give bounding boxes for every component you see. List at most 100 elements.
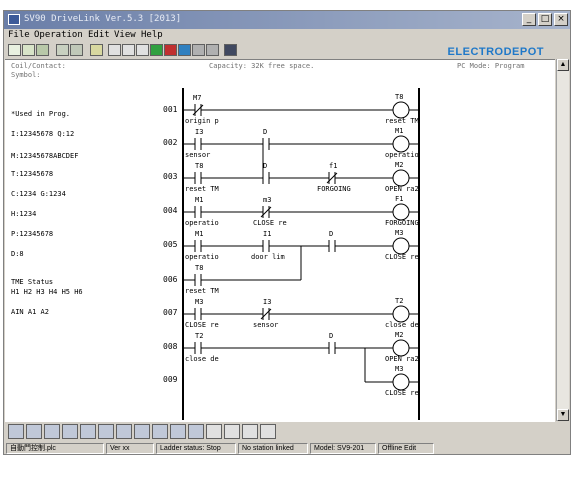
svg-text:close de: close de (185, 355, 219, 363)
new-file-icon[interactable] (8, 44, 21, 56)
svg-text:I3: I3 (263, 298, 271, 306)
svg-text:door lim: door lim (251, 253, 285, 261)
svg-text:FORGOING: FORGOING (385, 219, 419, 227)
no-contact-icon[interactable] (8, 424, 24, 439)
nc-contact-icon[interactable] (26, 424, 42, 439)
save-icon[interactable] (36, 44, 49, 56)
window-title: SV90 DriveLink Ver.5.3 [2013] (24, 14, 182, 24)
open-file-icon[interactable] (22, 44, 35, 56)
coil-icon[interactable] (152, 424, 168, 439)
parallel-nc-icon[interactable] (98, 424, 114, 439)
maximize-button[interactable]: □ (538, 13, 552, 26)
rung-4[interactable]: M1 operatio m3 CLOSE re F1 FORGOING (183, 195, 419, 227)
menu-file[interactable]: File (8, 30, 30, 40)
print-preview-icon[interactable] (70, 44, 83, 56)
coil-label: T8 (395, 93, 403, 101)
svg-text:F1: F1 (395, 195, 403, 203)
svg-text:T2: T2 (395, 297, 403, 305)
svg-text:CLOSE re: CLOSE re (385, 389, 419, 397)
menu-view[interactable]: View (114, 30, 136, 40)
svg-text:sensor: sensor (253, 321, 278, 329)
rung-3[interactable]: T8 reset TM D f1 FORGOING M2 OPEN ra2 (183, 144, 419, 193)
scroll-down-icon[interactable]: ▼ (557, 409, 569, 421)
brand-logo: ELECTRODEPOT (447, 46, 544, 58)
app-window: SV90 DriveLink Ver.5.3 [2013] _ □ × File… (3, 10, 571, 455)
vertical-scrollbar[interactable]: ▲ ▼ (556, 59, 569, 421)
function-block-icon[interactable] (260, 424, 276, 439)
stop-icon[interactable] (164, 44, 177, 56)
status-ladder: Ladder status: Stop (156, 443, 236, 454)
branch-icon[interactable] (116, 424, 132, 439)
menu-operation[interactable]: Operation (34, 30, 83, 40)
ladder-toolbar (4, 422, 570, 442)
rung-6[interactable]: T8 reset TM (183, 264, 301, 295)
svg-text:M1: M1 (395, 127, 403, 135)
svg-text:operatio: operatio (185, 253, 219, 261)
horizontal-line-icon[interactable] (206, 424, 222, 439)
scroll-up-icon[interactable]: ▲ (557, 59, 569, 71)
svg-text:D: D (329, 332, 333, 340)
reset-coil-icon[interactable] (188, 424, 204, 439)
svg-text:m3: m3 (263, 196, 271, 204)
ladder-diagram: M7 origin p T8 reset TM I3 sensor D M1 o… (182, 88, 420, 420)
title-bar: SV90 DriveLink Ver.5.3 [2013] _ □ × (4, 11, 570, 29)
svg-text:CLOSE re: CLOSE re (253, 219, 287, 227)
monitor-icon[interactable] (90, 44, 103, 56)
coil-tool-icon[interactable] (136, 44, 149, 56)
contact-label: M7 (193, 94, 201, 102)
contact-desc: origin p (185, 117, 219, 125)
minimize-button[interactable]: _ (522, 13, 536, 26)
help-icon[interactable] (224, 44, 237, 56)
svg-text:M3: M3 (395, 365, 403, 373)
status-model: Model: SV9-201 (310, 443, 376, 454)
coil-desc: reset TM (385, 117, 419, 125)
ladder-editor: Coil/Contact: Symbol: Capacity: 32K free… (5, 59, 555, 422)
vertical-line-icon[interactable] (224, 424, 240, 439)
app-icon (8, 14, 20, 25)
svg-text:f1: f1 (329, 162, 337, 170)
falling-contact-icon[interactable] (62, 424, 78, 439)
download-icon[interactable] (178, 44, 191, 56)
compare-icon[interactable] (206, 44, 219, 56)
cursor-icon[interactable] (108, 44, 121, 56)
close-button[interactable]: × (554, 13, 568, 26)
svg-text:FORGOING: FORGOING (317, 185, 351, 193)
run-icon[interactable] (150, 44, 163, 56)
svg-text:sensor: sensor (185, 151, 210, 159)
rung-2[interactable]: I3 sensor D M1 operatio (183, 127, 419, 159)
svg-text:OPEN ra2: OPEN ra2 (385, 185, 419, 193)
svg-text:T8: T8 (195, 264, 203, 272)
branch-nc-icon[interactable] (134, 424, 150, 439)
svg-text:M1: M1 (195, 230, 203, 238)
svg-text:M3: M3 (395, 229, 403, 237)
delete-line-icon[interactable] (242, 424, 258, 439)
contact-tool-icon[interactable] (122, 44, 135, 56)
set-coil-icon[interactable] (170, 424, 186, 439)
svg-text:M1: M1 (195, 196, 203, 204)
rung-5[interactable]: M1 operatio I1 door lim D M3 CLOSE re (183, 229, 419, 280)
print-icon[interactable] (56, 44, 69, 56)
main-toolbar: ELECTRODEPOT (4, 42, 570, 59)
svg-text:CLOSE re: CLOSE re (385, 253, 419, 261)
menu-help[interactable]: Help (141, 30, 163, 40)
svg-text:D: D (263, 162, 267, 170)
svg-text:reset TM: reset TM (185, 287, 219, 295)
svg-text:T8: T8 (195, 162, 203, 170)
parallel-contact-icon[interactable] (80, 424, 96, 439)
rung-8[interactable]: T2 close de D M2 OPEN ra2 M3 CLOSE re (183, 331, 419, 397)
upload-icon[interactable] (192, 44, 205, 56)
svg-text:M2: M2 (395, 331, 403, 339)
svg-text:D: D (263, 128, 267, 136)
svg-text:D: D (329, 230, 333, 238)
svg-text:CLOSE re: CLOSE re (185, 321, 219, 329)
status-version: Ver xx (106, 443, 154, 454)
svg-text:M2: M2 (395, 161, 403, 169)
rising-contact-icon[interactable] (44, 424, 60, 439)
menu-edit[interactable]: Edit (88, 30, 110, 40)
status-filename: 自動門控制.plc (6, 443, 104, 454)
rung-1[interactable]: M7 origin p T8 reset TM (183, 93, 419, 125)
menu-bar: File Operation Edit View Help (4, 29, 570, 42)
rung-7[interactable]: M3 CLOSE re I3 sensor T2 close de (183, 297, 419, 329)
svg-text:operatio: operatio (385, 151, 419, 159)
svg-text:OPEN ra2: OPEN ra2 (385, 355, 419, 363)
